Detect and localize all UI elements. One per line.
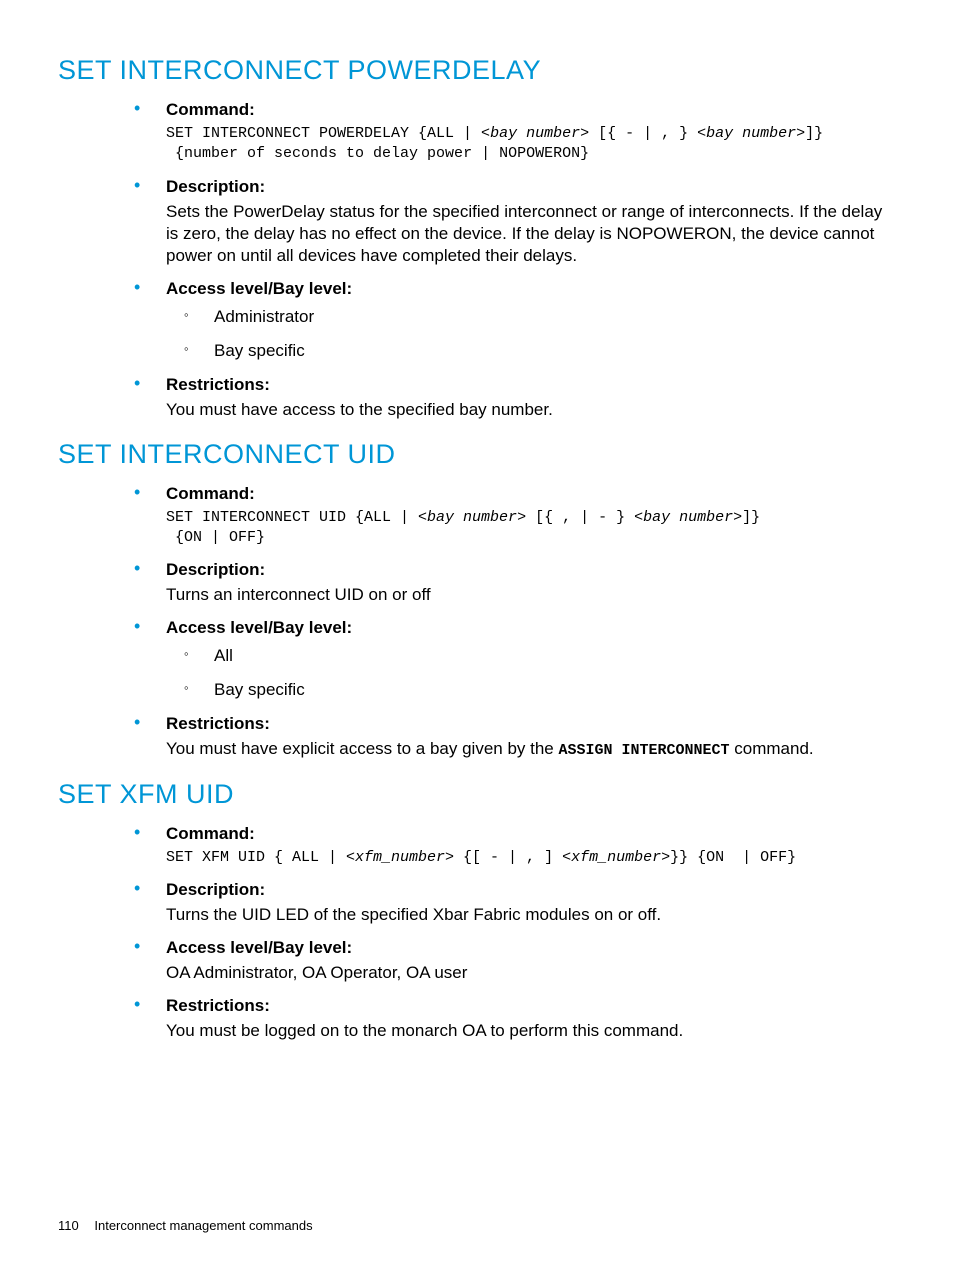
- list-item: Command: SET INTERCONNECT POWERDELAY {AL…: [128, 100, 896, 165]
- access-label: Access level/Bay level:: [166, 618, 352, 637]
- command-label: Command:: [166, 484, 255, 503]
- restrictions-label: Restrictions:: [166, 996, 270, 1015]
- bullet-list: Command: SET INTERCONNECT UID {ALL | <ba…: [58, 484, 896, 761]
- section-title-uid: SET INTERCONNECT UID: [58, 439, 896, 470]
- description-text: Turns an interconnect UID on or off: [166, 584, 896, 606]
- list-item: Command: SET XFM UID { ALL | <xfm_number…: [128, 824, 896, 868]
- restrictions-text: You must have explicit access to a bay g…: [166, 738, 896, 761]
- restrictions-label: Restrictions:: [166, 714, 270, 733]
- description-label: Description:: [166, 177, 265, 196]
- command-code: SET XFM UID { ALL | <xfm_number> {[ - | …: [166, 848, 896, 868]
- sub-list: All Bay specific: [166, 646, 896, 700]
- access-label: Access level/Bay level:: [166, 279, 352, 298]
- description-text: Turns the UID LED of the specified Xbar …: [166, 904, 896, 926]
- command-code: SET INTERCONNECT POWERDELAY {ALL | <bay …: [166, 124, 896, 165]
- chapter-title: Interconnect management commands: [94, 1218, 312, 1233]
- section-title-xfm-uid: SET XFM UID: [58, 779, 896, 810]
- sub-list-item: Administrator: [184, 307, 896, 327]
- command-label: Command:: [166, 824, 255, 843]
- sub-list: Administrator Bay specific: [166, 307, 896, 361]
- list-item: Description: Sets the PowerDelay status …: [128, 177, 896, 267]
- description-label: Description:: [166, 560, 265, 579]
- list-item: Access level/Bay level: All Bay specific: [128, 618, 896, 700]
- command-code: SET INTERCONNECT UID {ALL | <bay number>…: [166, 508, 896, 549]
- access-text: OA Administrator, OA Operator, OA user: [166, 962, 896, 984]
- description-text: Sets the PowerDelay status for the speci…: [166, 201, 896, 267]
- page-number: 110: [58, 1218, 79, 1233]
- description-label: Description:: [166, 880, 265, 899]
- bullet-list: Command: SET INTERCONNECT POWERDELAY {AL…: [58, 100, 896, 421]
- list-item: Description: Turns an interconnect UID o…: [128, 560, 896, 606]
- page-footer: 110 Interconnect management commands: [58, 1218, 313, 1233]
- list-item: Restrictions: You must have explicit acc…: [128, 714, 896, 761]
- list-item: Access level/Bay level: Administrator Ba…: [128, 279, 896, 361]
- access-label: Access level/Bay level:: [166, 938, 352, 957]
- page: SET INTERCONNECT POWERDELAY Command: SET…: [0, 0, 954, 1271]
- sub-list-item: Bay specific: [184, 341, 896, 361]
- inline-code: ASSIGN INTERCONNECT: [559, 742, 730, 759]
- list-item: Restrictions: You must have access to th…: [128, 375, 896, 421]
- command-label: Command:: [166, 100, 255, 119]
- bullet-list: Command: SET XFM UID { ALL | <xfm_number…: [58, 824, 896, 1043]
- section-title-powerdelay: SET INTERCONNECT POWERDELAY: [58, 55, 896, 86]
- sub-list-item: All: [184, 646, 896, 666]
- restrictions-text: You must be logged on to the monarch OA …: [166, 1020, 896, 1042]
- sub-list-item: Bay specific: [184, 680, 896, 700]
- list-item: Command: SET INTERCONNECT UID {ALL | <ba…: [128, 484, 896, 549]
- restrictions-label: Restrictions:: [166, 375, 270, 394]
- list-item: Access level/Bay level: OA Administrator…: [128, 938, 896, 984]
- restrictions-text: You must have access to the specified ba…: [166, 399, 896, 421]
- list-item: Restrictions: You must be logged on to t…: [128, 996, 896, 1042]
- list-item: Description: Turns the UID LED of the sp…: [128, 880, 896, 926]
